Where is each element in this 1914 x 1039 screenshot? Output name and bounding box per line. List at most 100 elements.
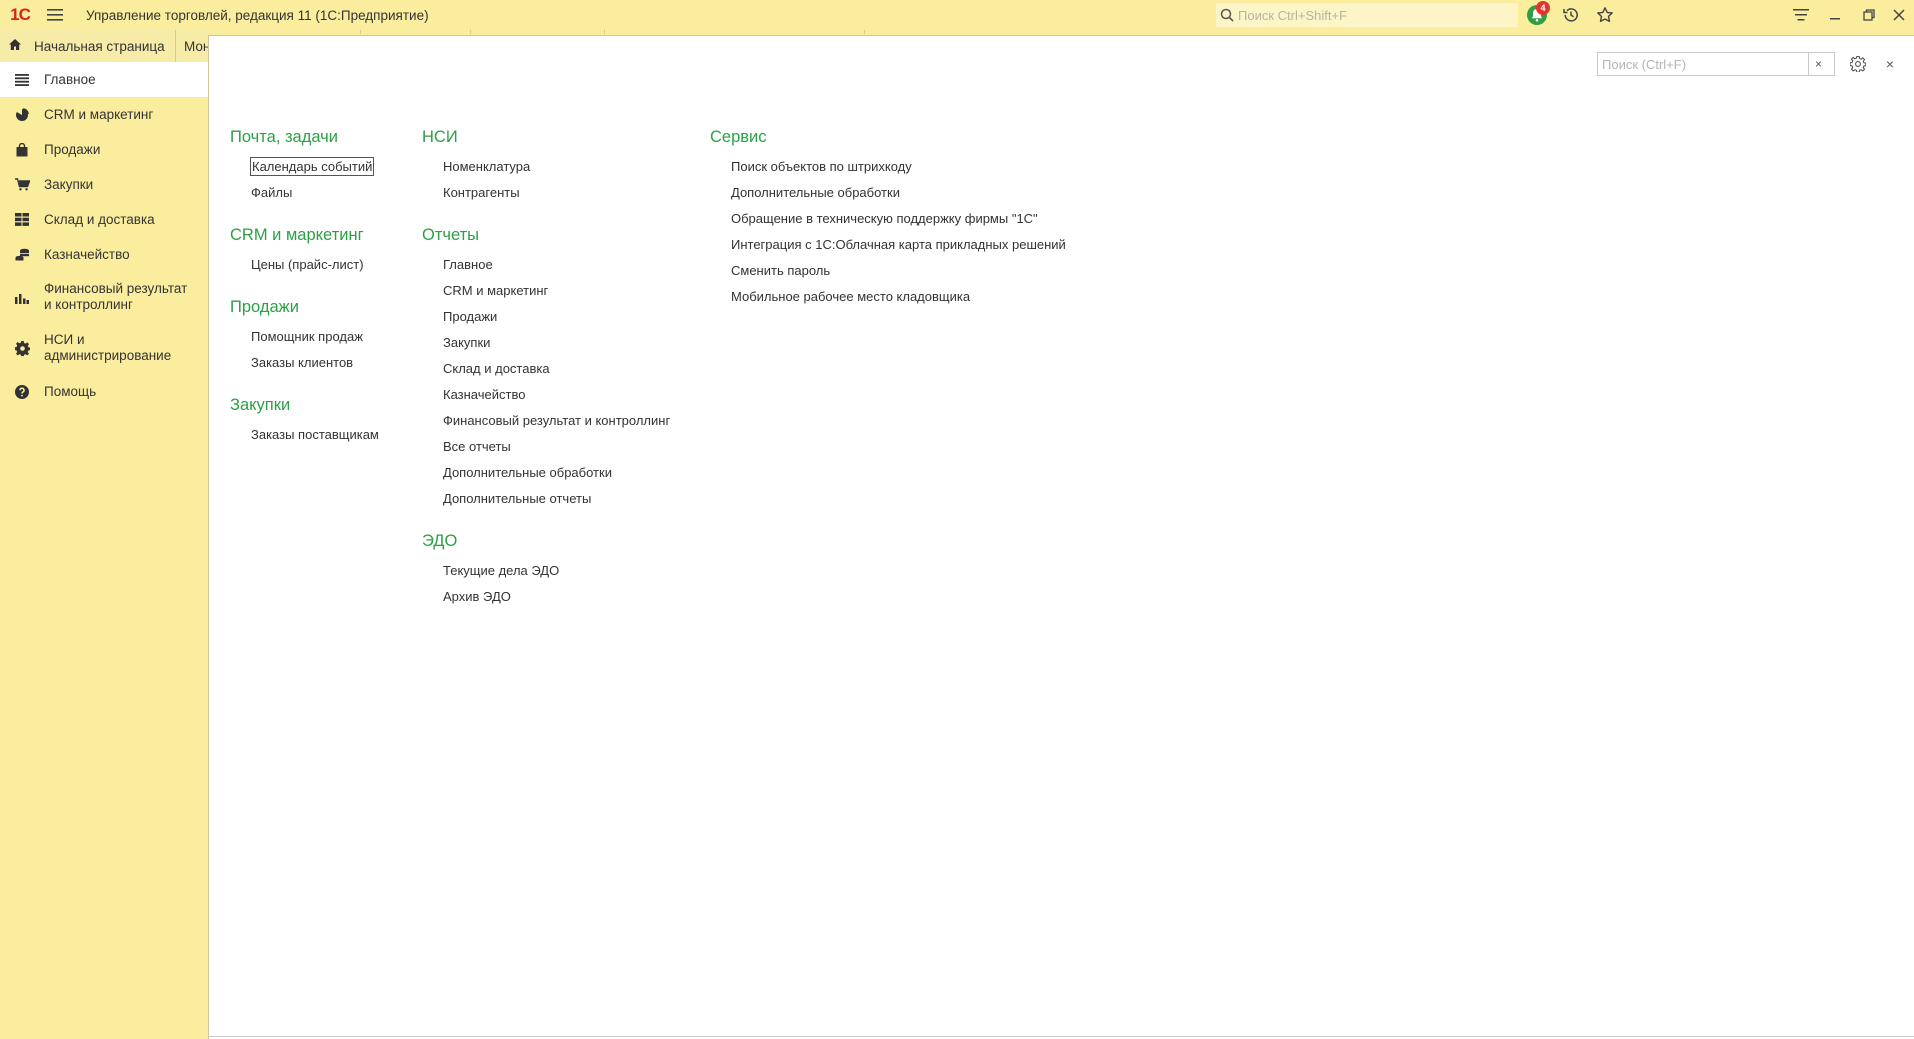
function-panel: × × Почта, задачи Календарь событий Файл…	[208, 35, 1914, 1039]
clear-search-button[interactable]: ×	[1808, 53, 1828, 75]
title-bar: 1С Управление торговлей, редакция 11 (1С…	[0, 0, 1914, 30]
sidebar-item-purchases[interactable]: Закупки	[0, 167, 208, 202]
pie-chart-icon	[12, 97, 32, 132]
panel-settings-gear-icon[interactable]	[1846, 52, 1870, 76]
link-report-main[interactable]: Главное	[422, 252, 670, 278]
close-panel-button[interactable]: ×	[1879, 52, 1901, 76]
app-title: Управление торговлей, редакция 11 (1С:Пр…	[86, 7, 429, 23]
history-icon[interactable]	[1554, 0, 1588, 30]
list-icon	[12, 62, 32, 97]
link-report-purchases[interactable]: Закупки	[422, 330, 670, 356]
sidebar-item-label: Склад и доставка	[44, 212, 155, 227]
sidebar-item-label: Продажи	[44, 142, 101, 157]
tab-divider	[360, 30, 361, 34]
tab-divider	[864, 30, 865, 34]
link-all-reports[interactable]: Все отчеты	[422, 434, 670, 460]
help-icon	[12, 374, 32, 409]
tab-divider	[470, 30, 471, 34]
section-service: Сервис Поиск объектов по штрихкоду Допол…	[710, 124, 1066, 310]
gear-icon	[12, 323, 32, 374]
sidebar-item-label: CRM и маркетинг	[44, 107, 154, 122]
coins-icon	[12, 237, 32, 272]
link-price-list[interactable]: Цены (прайс-лист)	[230, 252, 379, 278]
favorites-star-icon[interactable]	[1588, 0, 1622, 30]
sidebar: Главное CRM и маркетинг Продажи Закупки …	[0, 62, 208, 1039]
sidebar-item-label: Помощь	[44, 384, 97, 399]
tab-divider	[604, 30, 605, 34]
global-search-input[interactable]	[1238, 7, 1508, 23]
link-report-warehouse[interactable]: Склад и доставка	[422, 356, 670, 382]
main-menu-icon[interactable]	[40, 0, 70, 30]
column-1: Почта, задачи Календарь событий Файлы CR…	[230, 124, 379, 448]
section-heading: НСИ	[422, 128, 458, 146]
sidebar-item-warehouse[interactable]: Склад и доставка	[0, 202, 208, 237]
home-icon	[8, 38, 22, 54]
link-report-treasury[interactable]: Казначейство	[422, 382, 670, 408]
link-service-additional-processing[interactable]: Дополнительные обработки	[710, 180, 1066, 206]
sidebar-item-financial[interactable]: Финансовый результат и контроллинг	[0, 272, 208, 323]
link-mobile-storekeeper[interactable]: Мобильное рабочее место кладовщика	[710, 284, 1066, 310]
section-mail-tasks: Почта, задачи Календарь событий Файлы	[230, 124, 379, 206]
link-edo-current[interactable]: Текущие дела ЭДО	[422, 558, 670, 584]
link-support-request[interactable]: Обращение в техническую поддержку фирмы …	[710, 206, 1066, 232]
panel-search-input[interactable]	[1598, 56, 1808, 72]
link-additional-reports[interactable]: Дополнительные отчеты	[422, 486, 670, 512]
panel-search[interactable]: ×	[1597, 52, 1835, 76]
tab-home[interactable]: Начальная страница	[0, 30, 176, 62]
status-divider	[208, 1036, 1914, 1037]
link-events-calendar[interactable]: Календарь событий	[230, 154, 379, 180]
section-edo: ЭДО Текущие дела ЭДО Архив ЭДО	[422, 528, 670, 610]
tab-second[interactable]: Мон	[176, 30, 210, 62]
link-report-sales[interactable]: Продажи	[422, 304, 670, 330]
link-customer-orders[interactable]: Заказы клиентов	[230, 350, 379, 376]
section-heading: Закупки	[230, 396, 291, 414]
link-report-crm[interactable]: CRM и маркетинг	[422, 278, 670, 304]
section-heading: Отчеты	[422, 226, 480, 244]
search-icon	[1216, 8, 1238, 22]
notifications-badge: 4	[1536, 1, 1550, 15]
link-change-password[interactable]: Сменить пароль	[710, 258, 1066, 284]
sidebar-item-main[interactable]: Главное	[0, 62, 208, 97]
settings-menu-icon[interactable]	[1784, 0, 1818, 30]
sidebar-item-label: НСИ и администрирование	[44, 332, 172, 363]
sidebar-item-help[interactable]: Помощь	[0, 374, 208, 409]
sidebar-item-crm[interactable]: CRM и маркетинг	[0, 97, 208, 132]
link-files[interactable]: Файлы	[230, 180, 379, 206]
tab-home-label: Начальная страница	[34, 38, 165, 54]
link-edo-archive[interactable]: Архив ЭДО	[422, 584, 670, 610]
cart-icon	[12, 167, 32, 202]
link-report-financial[interactable]: Финансовый результат и контроллинг	[422, 408, 670, 434]
sidebar-item-label: Закупки	[44, 177, 94, 192]
link-barcode-search[interactable]: Поиск объектов по штрихкоду	[710, 154, 1066, 180]
link-sales-assistant[interactable]: Помощник продаж	[230, 324, 379, 350]
link-counterparties[interactable]: Контрагенты	[422, 180, 670, 206]
bar-chart-icon	[12, 272, 32, 323]
shopping-bag-icon	[12, 132, 32, 167]
column-3: Сервис Поиск объектов по штрихкоду Допол…	[710, 124, 1066, 310]
link-cloud-integration[interactable]: Интеграция с 1С:Облачная карта прикладны…	[710, 232, 1066, 258]
warehouse-icon	[12, 202, 32, 237]
section-heading: CRM и маркетинг	[230, 226, 364, 244]
link-supplier-orders[interactable]: Заказы поставщикам	[230, 422, 379, 448]
close-window-icon[interactable]	[1882, 0, 1914, 30]
section-nsi: НСИ Номенклатура Контрагенты	[422, 124, 670, 206]
sidebar-item-treasury[interactable]: Казначейство	[0, 237, 208, 272]
app-logo[interactable]: 1С	[0, 0, 40, 30]
sidebar-item-label: Главное	[44, 72, 96, 87]
sidebar-item-sales[interactable]: Продажи	[0, 132, 208, 167]
section-reports: Отчеты Главное CRM и маркетинг Продажи З…	[422, 222, 670, 512]
section-heading: Сервис	[710, 128, 767, 146]
sidebar-item-label: Финансовый результат и контроллинг	[44, 281, 188, 312]
minimize-icon[interactable]	[1818, 0, 1852, 30]
section-heading: Почта, задачи	[230, 128, 338, 146]
link-additional-processing[interactable]: Дополнительные обработки	[422, 460, 670, 486]
section-crm: CRM и маркетинг Цены (прайс-лист)	[230, 222, 379, 278]
restore-icon[interactable]	[1852, 0, 1886, 30]
section-purchases: Закупки Заказы поставщикам	[230, 392, 379, 448]
column-2: НСИ Номенклатура Контрагенты Отчеты Глав…	[422, 124, 670, 610]
link-nomenclature[interactable]: Номенклатура	[422, 154, 670, 180]
global-search[interactable]	[1216, 3, 1518, 27]
section-heading: ЭДО	[422, 532, 458, 550]
section-sales: Продажи Помощник продаж Заказы клиентов	[230, 294, 379, 376]
sidebar-item-admin[interactable]: НСИ и администрирование	[0, 323, 208, 374]
